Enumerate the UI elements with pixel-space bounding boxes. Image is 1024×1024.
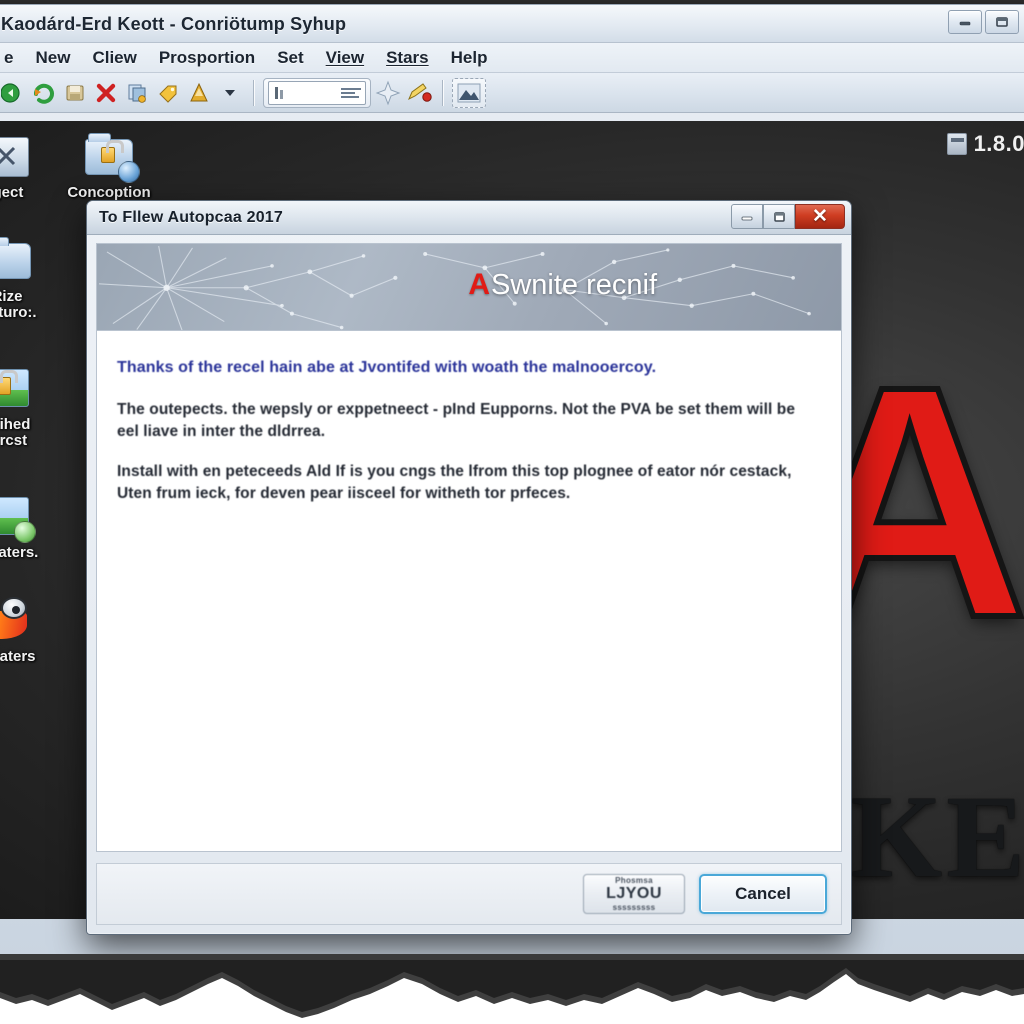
delete-x-icon[interactable] (92, 79, 120, 107)
close-x-glyph: ✕ (812, 206, 828, 227)
picture-green-icon (0, 489, 36, 543)
back-green-icon[interactable] (0, 79, 27, 107)
toolbar-divider (253, 79, 254, 106)
menu-item-prosportion[interactable]: Prosportion (148, 46, 266, 70)
dialog-paragraph-1: The outepects. the wepsly or exppetneect… (117, 400, 796, 440)
dialog-minimize-icon[interactable] (731, 204, 763, 229)
cancel-button-label: Cancel (735, 884, 791, 903)
menu-item-view[interactable]: View (315, 46, 375, 70)
menu-item-new[interactable]: New (24, 46, 81, 70)
dialog-content: Thanks of the recel hain abe at Jvontife… (96, 331, 842, 852)
properties-field[interactable] (263, 77, 371, 108)
desktop-icon-label: Pigraters (0, 648, 36, 665)
desktop-icon-pigraters[interactable]: Pigraters (0, 593, 57, 665)
application-toolbar (0, 73, 1024, 113)
properties-lines-icon (341, 87, 361, 98)
desktop-icon-rgect[interactable]: rgect (0, 129, 59, 201)
menu-item-set[interactable]: Set (266, 46, 314, 70)
secondary-button-micro-bottom: sssssssss (612, 903, 656, 912)
pencil-record-icon[interactable] (405, 79, 433, 107)
setup-dialog: To Fllew Autopcaa 2017 ✕ A Swnite recnif… (86, 200, 852, 935)
desktop-icon-label: Concoption (67, 184, 151, 201)
dialog-paragraph-2: Install with en peteceeds Ald If is you … (117, 462, 792, 502)
secondary-button-label: LJYOU (606, 885, 662, 902)
application-window-controls (948, 10, 1019, 34)
folder-icon (0, 233, 35, 285)
menu-item-file[interactable]: e (0, 46, 24, 70)
torn-paper-edge (0, 954, 1024, 1024)
desktop-icon-label: Ollihed Hrrcst (0, 416, 31, 450)
menu-item-help[interactable]: Help (440, 46, 499, 70)
star-icon[interactable] (374, 79, 402, 107)
desktop-icon-pinlaters[interactable]: pinlaters. (0, 489, 59, 561)
menu-item-stars[interactable]: Stars (375, 46, 440, 70)
restore-icon[interactable] (985, 10, 1019, 34)
dialog-title: To Fllew Autopcaa 2017 (99, 209, 284, 226)
dialog-close-icon[interactable]: ✕ (795, 204, 845, 229)
dialog-restore-icon[interactable] (763, 204, 795, 229)
brand-text: Swnite recnif (490, 269, 657, 301)
alert-cone-icon[interactable] (185, 79, 213, 107)
desktop-icon-label: pinlaters. (0, 544, 39, 561)
minimize-icon[interactable] (948, 10, 982, 34)
chevron-down-icon[interactable] (216, 79, 244, 107)
refresh-green-icon[interactable] (30, 79, 58, 107)
mouse-flame-icon (0, 593, 31, 645)
version-badge: 1.8.0 (946, 131, 1024, 157)
desktop-icon-ollihed-hrrcst[interactable]: Ollihed Hrrcst (0, 361, 59, 449)
application-titlebar[interactable]: Kaodárd-Erd Keott - Conriötump Syhup (0, 5, 1024, 43)
dialog-banner: A Swnite recnif (96, 243, 842, 331)
version-text: 1.8.0 (973, 131, 1024, 156)
desktop-icon-rize-meturo[interactable]: Rize Meturo:. (0, 233, 61, 321)
screen-root: Kaodárd-Erd Keott - Conriötump Syhup e N… (0, 0, 1024, 1024)
properties-input[interactable] (268, 80, 366, 105)
dialog-titlebar[interactable]: To Fllew Autopcaa 2017 ✕ (87, 201, 851, 235)
folder-lock-icon (81, 129, 140, 183)
secondary-button-micro-top: Phosmsa (615, 876, 653, 885)
cancel-button[interactable]: Cancel (699, 874, 827, 914)
dialog-footer: Phosmsa LJYOU sssssssss Cancel (96, 863, 842, 925)
dialog-window-controls: ✕ (731, 204, 845, 229)
copy-page-icon[interactable] (123, 79, 151, 107)
version-icon (946, 133, 967, 155)
picture-lock-icon (0, 361, 33, 413)
sq-icon (0, 129, 33, 181)
image-icon[interactable] (452, 77, 486, 108)
application-menubar: e New Cliew Prosportion Set View Stars H… (0, 43, 1024, 73)
desktop-icon-label: Rize Meturo:. (0, 288, 37, 322)
banner-brand: A Swnite recnif (468, 270, 657, 300)
desktop-icon-label: rgect (0, 184, 24, 201)
toolbar-divider-2 (442, 79, 443, 106)
secondary-button[interactable]: Phosmsa LJYOU sssssssss (583, 874, 685, 914)
save-icon[interactable] (61, 79, 89, 107)
desktop-icon-concoption[interactable]: Concoption (55, 129, 163, 201)
dialog-heading: Thanks of the recel hain abe at Jvontife… (117, 359, 657, 376)
menu-item-cliew[interactable]: Cliew (81, 46, 147, 70)
application-title: Kaodárd-Erd Keott - Conriötump Syhup (1, 14, 347, 34)
tag-icon[interactable] (154, 79, 182, 107)
brand-a-icon: A (468, 268, 490, 301)
